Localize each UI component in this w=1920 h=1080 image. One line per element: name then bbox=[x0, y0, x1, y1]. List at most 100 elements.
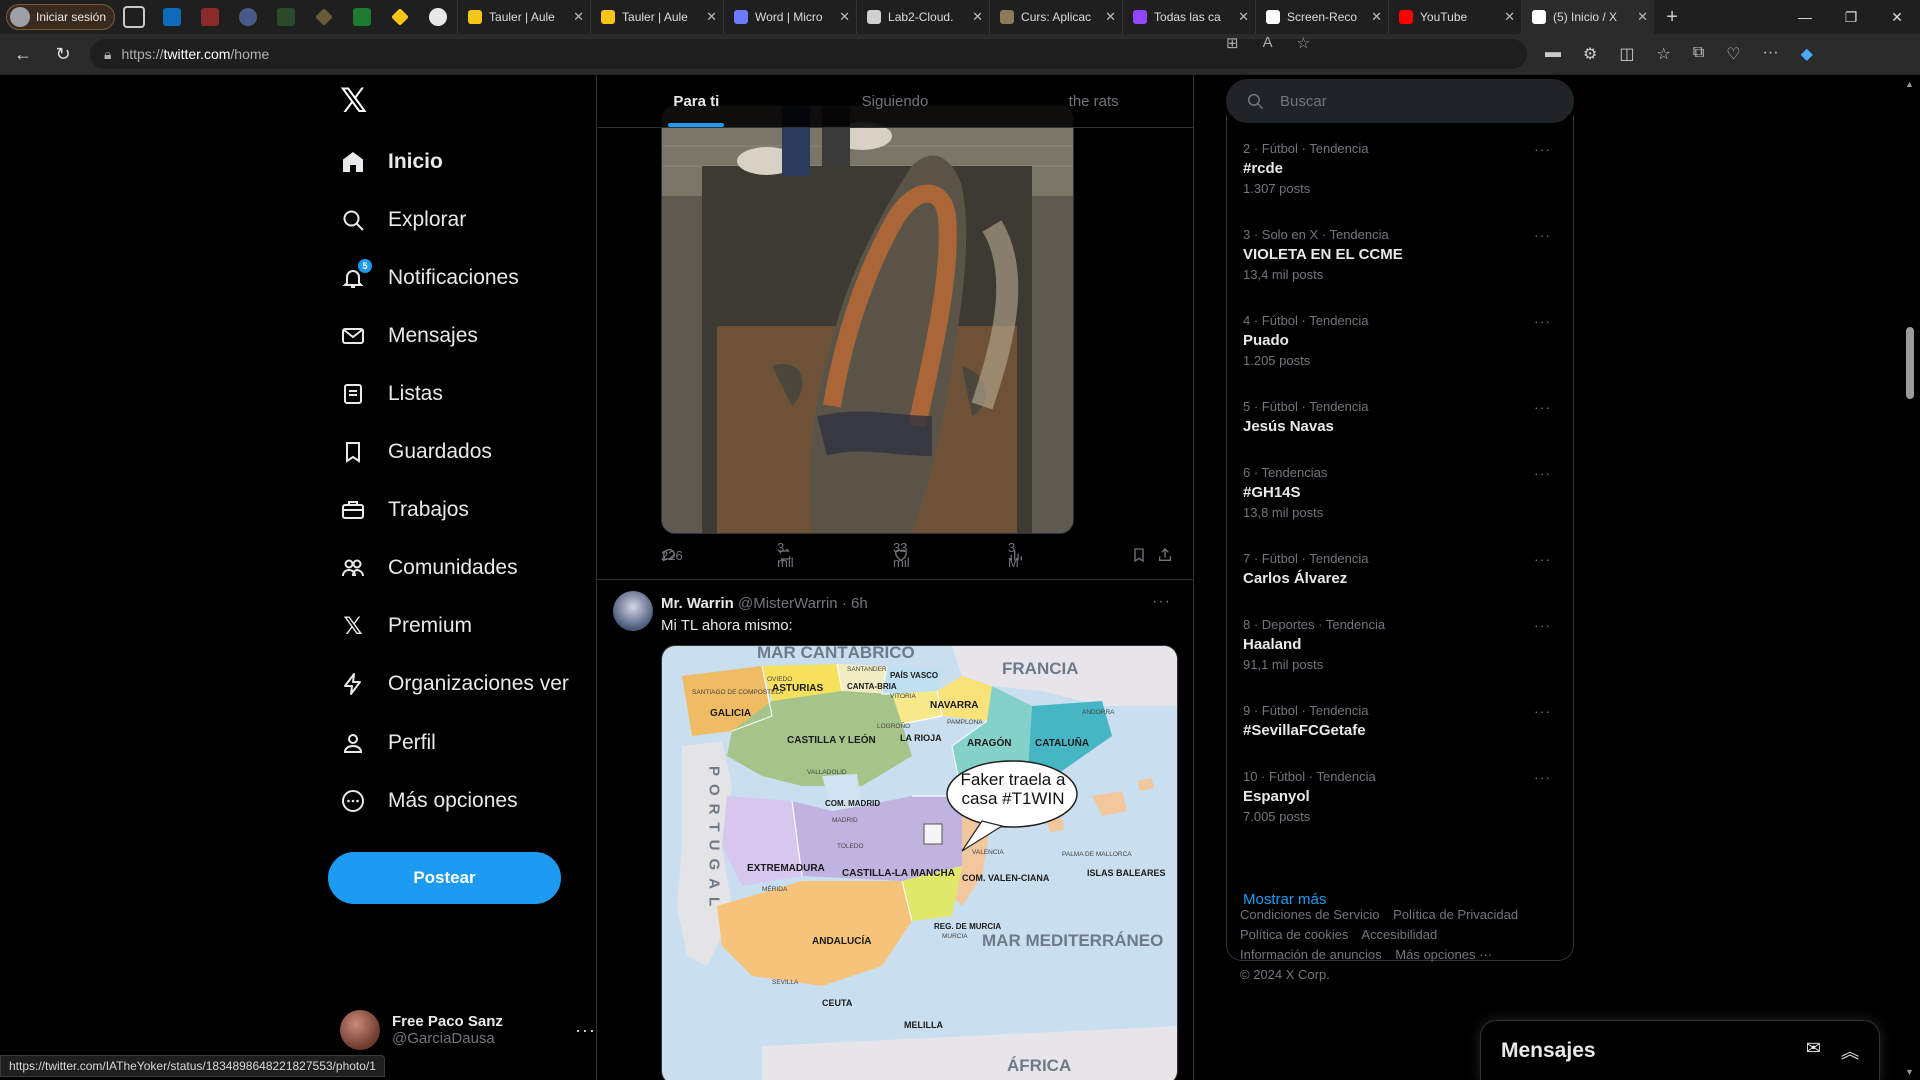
tweet-photo-crocodile[interactable] bbox=[661, 105, 1074, 534]
address-bar[interactable]: 🔒︎ https://twitter.com/home ⊞ A ☆ bbox=[90, 34, 1527, 69]
trend-item[interactable]: 2 · Fútbol · Tendencia #rcde 1.307 posts… bbox=[1243, 141, 1559, 196]
copilot-icon[interactable]: ◆ bbox=[1801, 44, 1813, 64]
bookmark-icon[interactable] bbox=[1131, 547, 1147, 563]
views-button[interactable]: 3 M bbox=[1008, 540, 1024, 570]
browser-tab[interactable]: Lab2-Cloud. ✕ bbox=[856, 0, 989, 34]
browser-tab[interactable]: Tauler | Aule ✕ bbox=[590, 0, 723, 34]
tab-close-icon[interactable]: ✕ bbox=[1371, 9, 1382, 25]
repost-button[interactable]: 3 mil bbox=[777, 540, 794, 570]
more-dots-icon[interactable]: ··· bbox=[575, 1020, 596, 1041]
collections-icon[interactable]: ⧉ bbox=[1693, 44, 1704, 64]
tab-close-icon[interactable]: ✕ bbox=[573, 9, 584, 25]
more-dots-icon[interactable]: ··· bbox=[1534, 227, 1551, 243]
nav-item-explorar[interactable]: Explorar bbox=[340, 200, 466, 240]
more-dots-icon[interactable]: ··· bbox=[1534, 769, 1551, 785]
nav-item-guardados[interactable]: Guardados bbox=[340, 432, 492, 472]
footer-link-more[interactable]: Más opciones ··· bbox=[1395, 947, 1492, 962]
more-dots-icon[interactable]: ··· bbox=[1534, 465, 1551, 481]
restore-icon[interactable]: ❐ bbox=[1828, 0, 1874, 34]
trend-item[interactable]: 9 · Fútbol · Tendencia #SevillaFCGetafe … bbox=[1243, 703, 1559, 739]
reply-button[interactable]: 226 bbox=[661, 547, 683, 563]
more-dots-icon[interactable]: ··· bbox=[1534, 313, 1551, 329]
trend-item[interactable]: 8 · Deportes · Tendencia Haaland 91,1 mi… bbox=[1243, 617, 1559, 672]
profile-button[interactable]: Iniciar sesión bbox=[6, 4, 116, 30]
settings-more-icon[interactable]: ··· bbox=[1763, 44, 1779, 64]
more-dots-icon[interactable]: ··· bbox=[1534, 703, 1551, 719]
nav-item-premium[interactable]: 𝕏 Premium bbox=[340, 606, 472, 646]
nav-item-mensajes[interactable]: Mensajes bbox=[340, 316, 478, 356]
tab-close-icon[interactable]: ✕ bbox=[1238, 9, 1249, 25]
tab-para-ti[interactable]: Para ti bbox=[597, 75, 796, 127]
nav-item-perfil[interactable]: Perfil bbox=[340, 723, 436, 763]
pinned-tab-6[interactable] bbox=[343, 0, 381, 34]
tweet-author-handle[interactable]: @MisterWarrin bbox=[738, 595, 838, 612]
new-message-icon[interactable]: ✉ bbox=[1806, 1038, 1821, 1064]
browser-essentials-icon[interactable]: ♡ bbox=[1726, 44, 1740, 64]
nav-item-comunidades[interactable]: Comunidades bbox=[340, 548, 518, 588]
refresh-icon[interactable]: ↻ bbox=[46, 37, 80, 71]
pinned-tab-4[interactable] bbox=[267, 0, 305, 34]
tab-close-icon[interactable]: ✕ bbox=[706, 9, 717, 25]
browser-tab[interactable]: Tauler | Aule ✕ bbox=[457, 0, 590, 34]
footer-link-privacy[interactable]: Política de Privacidad bbox=[1393, 907, 1518, 922]
footer-link-accessibility[interactable]: Accesibilidad bbox=[1361, 927, 1437, 942]
tab-close-icon[interactable]: ✕ bbox=[1504, 9, 1515, 25]
tab-close-icon[interactable]: ✕ bbox=[1637, 9, 1648, 25]
extensions-icon[interactable]: ⚙ bbox=[1583, 44, 1597, 64]
browser-tab[interactable]: Word | Micro ✕ bbox=[723, 0, 856, 34]
scrollbar-thumb[interactable] bbox=[1906, 327, 1914, 399]
share-icon[interactable] bbox=[1157, 547, 1173, 563]
scroll-down-icon[interactable]: ▼ bbox=[1905, 1067, 1914, 1077]
footer-link-cookies[interactable]: Política de cookies bbox=[1240, 927, 1348, 942]
nav-item-notificaciones[interactable]: 5 Notificaciones bbox=[340, 258, 519, 298]
pinned-tab-outlook[interactable] bbox=[153, 0, 191, 34]
footer-link-ads-info[interactable]: Información de anuncios bbox=[1240, 947, 1382, 962]
more-dots-icon[interactable]: ··· bbox=[1534, 399, 1551, 415]
avatar[interactable] bbox=[613, 591, 653, 631]
tweet-author-name[interactable]: Mr. Warrin bbox=[661, 595, 734, 612]
browser-tab[interactable]: Screen-Reco ✕ bbox=[1255, 0, 1388, 34]
more-dots-icon[interactable]: ··· bbox=[1534, 141, 1551, 157]
trend-item[interactable]: 6 · Tendencias #GH14S 13,8 mil posts ··· bbox=[1243, 465, 1559, 520]
nav-item-listas[interactable]: Listas bbox=[340, 374, 443, 414]
post-button[interactable]: Postear bbox=[328, 852, 561, 904]
scroll-up-icon[interactable]: ▲ bbox=[1905, 79, 1914, 89]
pinned-tab-2[interactable] bbox=[191, 0, 229, 34]
nav-item-mas-opciones[interactable]: Más opciones bbox=[340, 781, 518, 821]
trend-item[interactable]: 3 · Solo en X · Tendencia VIOLETA EN EL … bbox=[1243, 227, 1559, 282]
close-window-icon[interactable]: ✕ bbox=[1874, 0, 1920, 34]
page-scrollbar[interactable]: ▲ ▼ bbox=[1900, 75, 1920, 1080]
nav-item-organizaciones[interactable]: Organizaciones ver bbox=[340, 664, 569, 704]
back-icon[interactable]: ← bbox=[6, 37, 40, 71]
browser-tab[interactable]: Curs: Aplicac ✕ bbox=[989, 0, 1122, 34]
more-dots-icon[interactable]: ··· bbox=[1534, 617, 1551, 633]
new-tab-button[interactable]: + bbox=[1654, 6, 1690, 29]
pinned-tab-7[interactable] bbox=[381, 0, 419, 34]
minimize-icon[interactable]: — bbox=[1782, 0, 1828, 34]
tweet-time[interactable]: · 6h bbox=[842, 595, 868, 612]
more-dots-icon[interactable]: ··· bbox=[1534, 551, 1551, 567]
more-dots-icon[interactable]: ··· bbox=[1152, 593, 1171, 611]
trend-item[interactable]: 4 · Fútbol · Tendencia Puado 1.205 posts… bbox=[1243, 313, 1559, 368]
footer-link-terms[interactable]: Condiciones de Servicio bbox=[1240, 907, 1379, 922]
favorites-icon[interactable]: ☆ bbox=[1656, 44, 1670, 64]
messages-drawer[interactable]: Mensajes ✉ ︽ bbox=[1480, 1020, 1880, 1080]
browser-tab[interactable]: Todas las ca ✕ bbox=[1122, 0, 1255, 34]
browser-tab-active[interactable]: (5) Inicio / X ✕ bbox=[1521, 0, 1655, 34]
pinned-tab-chatgpt[interactable] bbox=[419, 0, 457, 34]
trend-item[interactable]: 10 · Fútbol · Tendencia Espanyol 7.005 p… bbox=[1243, 769, 1559, 824]
pinned-tab-3[interactable] bbox=[229, 0, 267, 34]
tab-siguiendo[interactable]: Siguiendo bbox=[796, 75, 995, 127]
trend-item[interactable]: 7 · Fútbol · Tendencia Carlos Álvarez ··… bbox=[1243, 551, 1559, 587]
tab-close-icon[interactable]: ✕ bbox=[972, 9, 983, 25]
nav-item-inicio[interactable]: Inicio bbox=[340, 142, 443, 182]
trend-item[interactable]: 5 · Fútbol · Tendencia Jesús Navas ··· bbox=[1243, 399, 1559, 435]
nav-item-trabajos[interactable]: Trabajos bbox=[340, 490, 469, 530]
x-logo-icon[interactable]: 𝕏 bbox=[340, 84, 372, 118]
workspaces-icon[interactable] bbox=[123, 6, 146, 28]
like-button[interactable]: 33 mil bbox=[893, 540, 910, 570]
tab-the-rats[interactable]: the rats bbox=[994, 75, 1193, 127]
expand-chevron-icon[interactable]: ︽ bbox=[1841, 1038, 1859, 1064]
tab-close-icon[interactable]: ✕ bbox=[1105, 9, 1116, 25]
pinned-tab-5[interactable] bbox=[305, 0, 343, 34]
